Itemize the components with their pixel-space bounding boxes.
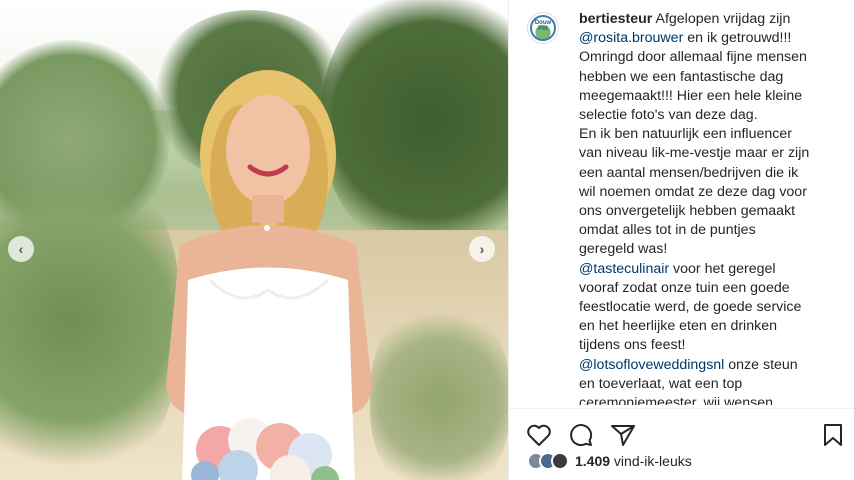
previous-photo-button[interactable]: ‹ [8,236,34,262]
caption-line: vooraf zodat onze tuin een goede [579,279,836,298]
caption-text-segment: vooraf zodat onze tuin een goede [579,279,790,296]
comment-bubble-icon[interactable] [567,421,595,449]
caption-text-segment: ons onvergetelijk hebben gemaakt [579,203,796,220]
caption-text-segment: voor het geregel [669,260,776,277]
caption-text-segment: En ik ben natuurlijk een influencer [579,126,792,143]
caption-line: bertiesteur Afgelopen vrijdag zijn [579,10,836,29]
caption-text-segment: een aantal mensen/bedrijven die ik [579,164,799,181]
avatar[interactable]: Douw Pot [527,12,559,44]
caption-text: bertiesteur Afgelopen vrijdag zijn @rosi… [579,10,836,405]
likes-count: 1.409 vind-ik-leuks [575,453,692,469]
next-photo-button[interactable]: › [469,236,495,262]
caption-text-segment: en ik getrouwd!!! [683,30,792,47]
instagram-post: ‹ › Douw Pot bertiesteur Afgelopen vrijda… [0,0,854,480]
caption-line: omdat alles tot in de puntjes [579,221,836,240]
action-bar [509,408,854,448]
caption-line: ons onvergetelijk hebben gemaakt [579,202,836,221]
caption-text-segment: onze steun [724,356,798,373]
caption-text-segment: geregeld was! [579,241,668,258]
chevron-right-icon: › [479,241,485,257]
avatar-logo-text: Douw Pot [534,20,552,32]
mention-link[interactable]: @lotsofloveweddingsnl [579,357,724,373]
likes-summary[interactable]: 1.409 vind-ik-leuks [527,452,692,470]
heart-icon[interactable] [525,421,553,449]
post-side-panel: Douw Pot bertiesteur Afgelopen vrijdag zi… [508,0,854,480]
caption-text-segment: ceremoniemeester, wij wensen [579,395,773,405]
caption-text-segment: selectie foto's van deze dag. [579,107,758,124]
caption-line: Omringd door allemaal fijne mensen [579,48,836,67]
caption-line: en toeverlaat, wat een top [579,375,836,394]
caption-line: selectie foto's van deze dag. [579,106,836,125]
caption-line: @rosita.brouwer en ik getrouwd!!! [579,29,836,48]
paper-plane-icon[interactable] [609,421,637,449]
chevron-left-icon: ‹ [18,241,24,257]
caption-line: En ik ben natuurlijk een influencer [579,125,836,144]
caption-line: en het heerlijke eten en drinken [579,317,836,336]
caption-line: @tasteculinair voor het geregel [579,260,836,279]
mention-link[interactable]: @tasteculinair [579,261,669,277]
caption-line: tijdens ons feest! [579,336,836,355]
mention-link[interactable]: @rosita.brouwer [579,30,683,46]
liker-avatar [551,452,569,470]
caption-text-segment: en toeverlaat, wat een top [579,375,743,392]
caption-line: wil noemen omdat ze deze dag voor [579,183,836,202]
caption-text-segment: en het heerlijke eten en drinken [579,318,777,335]
username-link[interactable]: bertiesteur [579,11,652,27]
caption-line: een aantal mensen/bedrijven die ik [579,164,836,183]
caption-line: ceremoniemeester, wij wensen [579,394,836,405]
caption-text-segment: meegemaakt!!! Hier een hele kleine [579,87,803,104]
bride-figure [166,70,372,480]
caption-line: @lotsofloveweddingsnl onze steun [579,356,836,375]
caption-line: meegemaakt!!! Hier een hele kleine [579,87,836,106]
caption-text-segment: van niveau lik-me-vestje maar er zijn [579,145,810,162]
caption-text-segment: wil noemen omdat ze deze dag voor [579,183,807,200]
caption-line: van niveau lik-me-vestje maar er zijn [579,144,836,163]
post-photo[interactable]: ‹ › [0,0,508,480]
caption-text-segment: feestlocatie werd, de goede service [579,299,802,316]
caption-text-segment: Afgelopen vrijdag zijn [652,11,791,27]
caption-line: geregeld was! [579,240,836,259]
caption-text-segment: Omringd door allemaal fijne mensen [579,49,807,66]
caption-line: hebben we een fantastische dag [579,68,836,87]
bookmark-icon[interactable] [819,421,847,449]
caption-line: feestlocatie werd, de goede service [579,298,836,317]
caption-text-segment: omdat alles tot in de puntjes [579,222,756,239]
caption-text-segment: hebben we een fantastische dag [579,68,784,85]
caption-text-segment: tijdens ons feest! [579,337,686,354]
caption-area: Douw Pot bertiesteur Afgelopen vrijdag zi… [509,0,854,405]
